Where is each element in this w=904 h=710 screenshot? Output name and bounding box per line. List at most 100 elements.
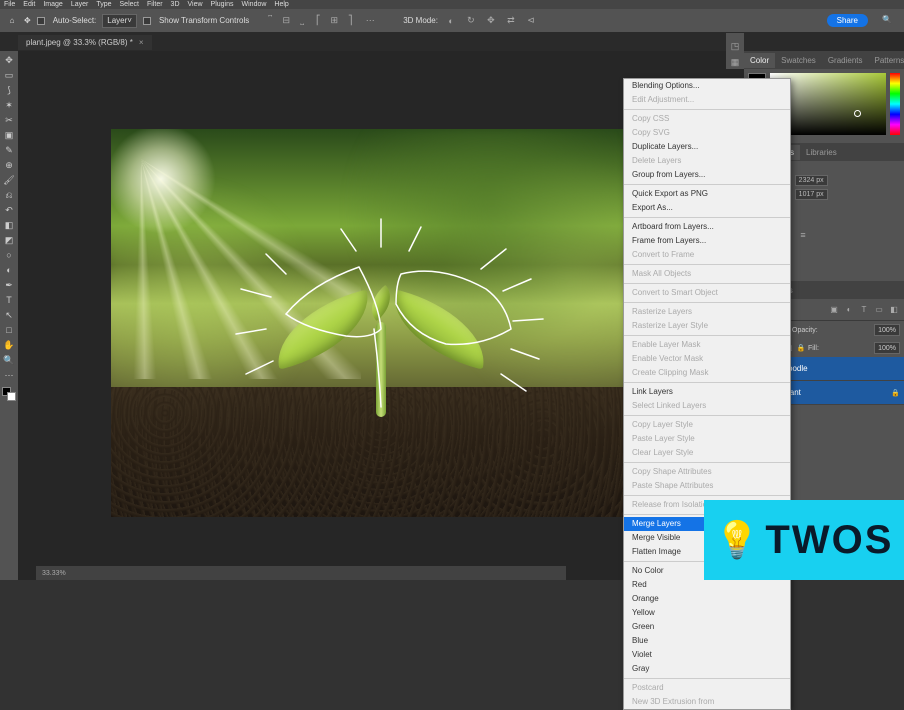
hue-slider[interactable] (890, 73, 900, 135)
context-menu-item[interactable]: Link Layers (624, 385, 790, 399)
context-menu-item[interactable]: Export As... (624, 201, 790, 215)
align-right-icon[interactable]: ⎤ (343, 14, 357, 28)
x-field[interactable]: 2324 px (795, 175, 828, 186)
filter-type-icon[interactable]: T (858, 304, 870, 316)
align-left-icon[interactable]: ⎡ (311, 14, 325, 28)
document-tab[interactable]: plant.jpeg @ 33.3% (RGB/8) * × (18, 35, 152, 50)
align-vcenter-icon[interactable]: ⊟ (279, 14, 293, 28)
auto-select-dropdown[interactable]: Layer ˅ (102, 14, 137, 28)
zoom-tool[interactable]: 🔍 (2, 353, 16, 367)
context-menu-item[interactable]: Violet (624, 648, 790, 662)
wand-tool[interactable]: ✶ (2, 98, 16, 112)
shape-tool[interactable]: □ (2, 323, 16, 337)
color-tab[interactable]: Color (744, 53, 775, 68)
dodge-tool[interactable]: ◐ (2, 263, 16, 277)
align-hcenter-icon[interactable]: ⊞ (327, 14, 341, 28)
menu-3d[interactable]: 3D (171, 1, 180, 8)
menu-window[interactable]: Window (242, 1, 267, 8)
status-bar: 33.33% (36, 566, 566, 580)
gradients-tab[interactable]: Gradients (822, 53, 869, 68)
edit-toolbar[interactable]: ⋯ (2, 368, 16, 382)
3d-orbit-icon[interactable]: ◐ (444, 14, 458, 28)
menu-filter[interactable]: Filter (147, 1, 163, 8)
eraser-tool[interactable]: ◧ (2, 218, 16, 232)
share-button[interactable]: Share (827, 14, 868, 27)
context-menu-item[interactable]: Artboard from Layers... (624, 220, 790, 234)
context-menu-item[interactable]: Green (624, 620, 790, 634)
context-menu-item[interactable]: Red (624, 578, 790, 592)
y-field[interactable]: 1017 px (795, 189, 828, 200)
align-top-icon[interactable]: ⎴ (263, 14, 277, 28)
menu-help[interactable]: Help (274, 1, 288, 8)
menu-file[interactable]: File (4, 1, 15, 8)
filter-adjust-icon[interactable]: ◐ (843, 304, 855, 316)
menu-layer[interactable]: Layer (71, 1, 89, 8)
context-menu-item[interactable]: Gray (624, 662, 790, 676)
menu-type[interactable]: Type (96, 1, 111, 8)
brushes-panel-icon[interactable]: ▦ (728, 55, 742, 69)
patterns-tab[interactable]: Patterns (869, 53, 904, 68)
context-menu-item: Enable Vector Mask (624, 352, 790, 366)
eyedropper-tool[interactable]: ✎ (2, 143, 16, 157)
lock-icon[interactable]: 🔒 (891, 389, 900, 397)
move-tool[interactable]: ✥ (2, 53, 16, 67)
swatches-tab[interactable]: Swatches (775, 53, 822, 68)
libraries-tab[interactable]: Libraries (800, 145, 843, 160)
context-menu-item[interactable]: Blue (624, 634, 790, 648)
menu-image[interactable]: Image (43, 1, 62, 8)
hand-tool[interactable]: ✋ (2, 338, 16, 352)
fill-field[interactable]: 100% (874, 342, 900, 354)
move-tool-icon[interactable]: ✥ (24, 16, 31, 25)
context-menu-item[interactable]: Group from Layers... (624, 168, 790, 182)
pen-tool[interactable]: ✒ (2, 278, 16, 292)
menu-separator (624, 415, 790, 416)
3d-zoom-icon[interactable]: ⊲ (524, 14, 538, 28)
3d-pan-icon[interactable]: ✥ (484, 14, 498, 28)
dist-space-icon[interactable]: ≡ (796, 228, 810, 242)
heal-tool[interactable]: ⊕ (2, 158, 16, 172)
menu-separator (624, 335, 790, 336)
align-bottom-icon[interactable]: ⎵ (295, 14, 309, 28)
context-menu-item[interactable]: Yellow (624, 606, 790, 620)
stamp-tool[interactable]: ⎌ (2, 188, 16, 202)
context-menu-item: Rasterize Layers (624, 305, 790, 319)
close-tab-icon[interactable]: × (139, 38, 144, 47)
more-align-icon[interactable]: ⋯ (363, 14, 377, 28)
3d-roll-icon[interactable]: ↻ (464, 14, 478, 28)
search-icon[interactable]: 🔍 (882, 15, 894, 27)
lock-all-icon[interactable]: 🔒 (796, 343, 806, 353)
menu-select[interactable]: Select (120, 1, 139, 8)
lasso-tool[interactable]: ⟆ (2, 83, 16, 97)
opacity-field[interactable]: 100% (874, 324, 900, 336)
lightbulb-icon: 💡 (715, 519, 760, 561)
context-menu-item[interactable]: Duplicate Layers... (624, 140, 790, 154)
fg-bg-color[interactable] (2, 387, 16, 401)
brush-tool[interactable]: 🖌 (2, 173, 16, 187)
context-menu-item[interactable]: Frame from Layers... (624, 234, 790, 248)
context-menu-item[interactable]: Blending Options... (624, 79, 790, 93)
3d-slide-icon[interactable]: ⇄ (504, 14, 518, 28)
gradient-tool[interactable]: ◩ (2, 233, 16, 247)
transform-controls-checkbox[interactable] (143, 17, 151, 25)
history-brush-tool[interactable]: ↶ (2, 203, 16, 217)
menu-plugins[interactable]: Plugins (211, 1, 234, 8)
context-menu-item[interactable]: Quick Export as PNG (624, 187, 790, 201)
crop-tool[interactable]: ✂ (2, 113, 16, 127)
type-tool[interactable]: T (2, 293, 16, 307)
zoom-level[interactable]: 33.33% (42, 570, 66, 577)
context-menu-item: Paste Shape Attributes (624, 479, 790, 493)
auto-select-checkbox[interactable] (37, 17, 45, 25)
history-panel-icon[interactable]: ◳ (728, 39, 742, 53)
frame-tool[interactable]: ▣ (2, 128, 16, 142)
marquee-tool[interactable]: ▭ (2, 68, 16, 82)
home-icon[interactable]: ⌂ (6, 15, 18, 27)
menu-separator (624, 678, 790, 679)
filter-shape-icon[interactable]: ▭ (873, 304, 885, 316)
filter-pixel-icon[interactable]: ▣ (828, 304, 840, 316)
context-menu-item[interactable]: Orange (624, 592, 790, 606)
menu-edit[interactable]: Edit (23, 1, 35, 8)
blur-tool[interactable]: ○ (2, 248, 16, 262)
filter-smart-icon[interactable]: ◧ (888, 304, 900, 316)
path-tool[interactable]: ↖ (2, 308, 16, 322)
menu-view[interactable]: View (188, 1, 203, 8)
